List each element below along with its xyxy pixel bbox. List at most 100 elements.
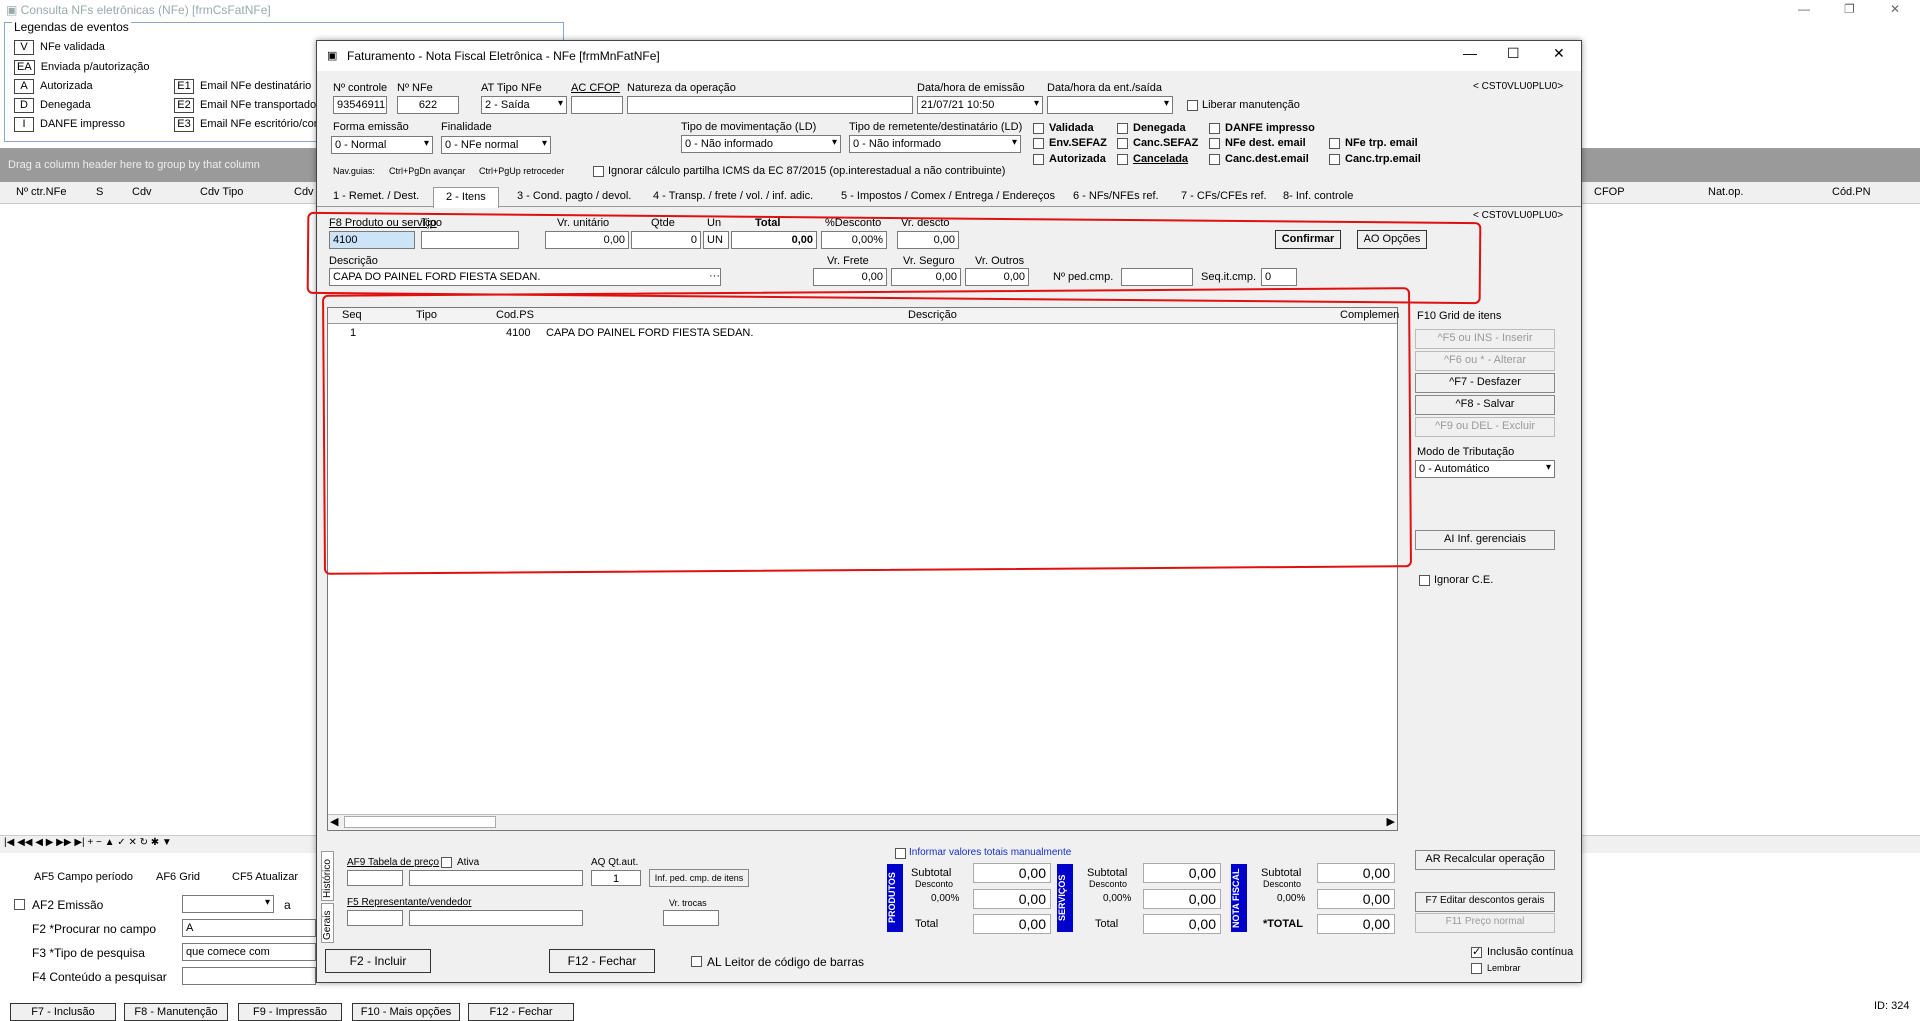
col-cdv2[interactable]: Cdv <box>294 186 314 198</box>
canc-dest-email-checkbox[interactable] <box>1209 154 1220 165</box>
inf-ped-button[interactable]: Inf. ped. cmp. de itens <box>649 869 749 887</box>
recalcular-button[interactable]: AR Recalcular operação <box>1415 850 1555 870</box>
tipo-pesquisa-input[interactable]: que comece com <box>182 943 316 961</box>
f10-mais-opcoes-button[interactable]: F10 - Mais opções <box>352 1003 460 1021</box>
tab-impostos[interactable]: 5 - Impostos / Comex / Entrega / Endereç… <box>837 190 1059 202</box>
tab-cfs-ref[interactable]: 7 - CFs/CFEs ref. <box>1177 190 1271 202</box>
atualizar-label[interactable]: CF5 Atualizar <box>232 871 298 883</box>
nf-total-value: 0,00 <box>1317 914 1395 934</box>
tab-remet-dest[interactable]: 1 - Remet. / Dest. <box>329 190 423 202</box>
alterar-button[interactable]: ^F6 ou * - Alterar <box>1415 351 1555 371</box>
data-entrada-input[interactable] <box>1047 96 1173 114</box>
f7-inclusao-button[interactable]: F7 - Inclusão <box>10 1003 116 1021</box>
preco-normal-button[interactable]: F11 Preço normal <box>1415 913 1555 933</box>
representante-name-input[interactable] <box>409 910 583 926</box>
navigator-icons[interactable]: |◀ ◀◀ ◀ ▶ ▶▶ ▶| + − ▲ ✓ ✕ ↻ ✱ ▼ <box>4 837 172 848</box>
tipo-nfe-select[interactable]: 2 - Saída <box>481 96 567 114</box>
servicos-desconto-label: Desconto <box>1089 879 1128 889</box>
col-cdv-tipo[interactable]: Cdv Tipo <box>200 186 243 198</box>
horizontal-scrollbar[interactable]: ◀ ▶ <box>328 814 1397 830</box>
fechar-button[interactable]: F12 - Fechar <box>549 949 655 973</box>
scroll-right-icon[interactable]: ▶ <box>1387 815 1395 828</box>
f8-manutencao-button[interactable]: F8 - Manutenção <box>124 1003 228 1021</box>
ativa-checkbox[interactable] <box>441 857 452 868</box>
canc-sefaz-checkbox[interactable] <box>1117 138 1128 149</box>
inclusao-continua-checkbox[interactable] <box>1471 945 1482 958</box>
conteudo-input[interactable] <box>182 967 316 985</box>
desfazer-button[interactable]: ^F7 - Desfazer <box>1415 373 1555 393</box>
tab-itens[interactable]: 2 - Itens <box>433 187 499 208</box>
tabela-preco-code-input[interactable] <box>347 870 403 886</box>
informar-totais-checkbox[interactable] <box>895 848 906 859</box>
env-sefaz-checkbox[interactable] <box>1033 138 1044 149</box>
liberar-manutencao-checkbox[interactable] <box>1187 100 1198 111</box>
tab-inf-controle[interactable]: 8- Inf. controle <box>1279 190 1357 202</box>
col-codpn[interactable]: Cód.PN <box>1832 186 1871 198</box>
emissao-from-input[interactable] <box>182 895 274 913</box>
inf-gerenciais-button[interactable]: AI Inf. gerenciais <box>1415 530 1555 550</box>
grid-label[interactable]: AF6 Grid <box>156 871 200 883</box>
incluir-button[interactable]: F2 - Incluir <box>325 949 431 973</box>
col-cfop[interactable]: CFOP <box>1594 186 1625 198</box>
ignorar-ce-checkbox[interactable] <box>1419 575 1430 586</box>
canc-trp-email-label: Canc.trp.email <box>1345 153 1421 165</box>
representante-code-input[interactable] <box>347 910 403 926</box>
tab-historico[interactable]: Histórico <box>321 851 334 901</box>
tabela-preco-name-input[interactable] <box>409 870 583 886</box>
tipo-rem-select[interactable]: 0 - Não informado <box>849 135 1021 153</box>
maximize-icon[interactable]: ☐ <box>1507 45 1520 62</box>
minimize-icon[interactable]: — <box>1798 2 1810 16</box>
tab-cond-pagto[interactable]: 3 - Cond. pagto / devol. <box>513 190 635 202</box>
procurar-input[interactable]: A <box>182 919 316 937</box>
legend-item: E2 Email NFe transportador <box>174 98 320 113</box>
excluir-button[interactable]: ^F9 ou DEL - Excluir <box>1415 417 1555 437</box>
nnfe-input[interactable]: 622 <box>397 96 459 114</box>
cancelada-checkbox[interactable] <box>1117 154 1128 165</box>
tab-transp[interactable]: 4 - Transp. / frete / vol. / inf. adic. <box>649 190 817 202</box>
f12-fechar-bg-button[interactable]: F12 - Fechar <box>468 1003 574 1021</box>
editar-descontos-button[interactable]: F7 Editar descontos gerais <box>1415 892 1555 912</box>
nnfe-label: Nº NFe <box>397 82 433 94</box>
close-icon[interactable]: ✕ <box>1890 2 1900 16</box>
qt-aut-input[interactable]: 1 <box>591 870 641 886</box>
denegada-checkbox[interactable] <box>1117 123 1128 134</box>
minimize-icon[interactable]: — <box>1463 45 1477 61</box>
tipo-mov-select[interactable]: 0 - Não informado <box>681 135 841 153</box>
col-natop[interactable]: Nat.op. <box>1708 186 1743 198</box>
f9-impressao-button[interactable]: F9 - Impressão <box>238 1003 342 1021</box>
tab-gerais[interactable]: Gerais <box>321 903 334 943</box>
ignorar-icms-checkbox[interactable] <box>593 166 604 177</box>
lembrar-checkbox[interactable] <box>1471 963 1482 974</box>
nf-subtotal-label: Subtotal <box>1261 867 1302 879</box>
data-emissao-input[interactable]: 21/07/21 10:50 <box>917 96 1043 114</box>
salvar-button[interactable]: ^F8 - Salvar <box>1415 395 1555 415</box>
forma-emissao-select[interactable]: 0 - Normal <box>331 136 433 154</box>
col-s[interactable]: S <box>96 186 103 198</box>
close-icon[interactable]: ✕ <box>1553 45 1565 62</box>
nctrl-input[interactable]: 93546911 <box>333 96 387 114</box>
autorizada-checkbox[interactable] <box>1033 154 1044 165</box>
leitor-codigo-checkbox[interactable] <box>691 956 702 967</box>
col-nctrl[interactable]: Nº ctr.NFe <box>16 186 66 198</box>
tab-nfs-ref[interactable]: 6 - NFs/NFEs ref. <box>1069 190 1163 202</box>
modo-tributacao-select[interactable]: 0 - Automático <box>1415 460 1555 478</box>
campo-periodo-label[interactable]: AF5 Campo período <box>34 871 133 883</box>
col-cdv[interactable]: Cdv <box>132 186 152 198</box>
validada-checkbox[interactable] <box>1033 123 1044 134</box>
natureza-input[interactable] <box>627 96 913 114</box>
emissao-checkbox[interactable] <box>14 899 25 910</box>
finalidade-select[interactable]: 0 - NFe normal <box>441 136 551 154</box>
cfop-input[interactable] <box>571 96 623 114</box>
canc-trp-email-checkbox[interactable] <box>1329 154 1340 165</box>
background-window-title: ▣ Consulta NFs eletrônicas (NFe) [frmCsF… <box>0 0 1920 20</box>
inserir-button[interactable]: ^F5 ou INS - Inserir <box>1415 329 1555 349</box>
procurar-label: F2 *Procurar no campo <box>32 922 157 936</box>
restore-icon[interactable]: ❐ <box>1844 2 1855 16</box>
vr-trocas-input[interactable] <box>663 910 719 926</box>
danfe-impresso-checkbox[interactable] <box>1209 123 1220 134</box>
data-emissao-label: Data/hora de emissão <box>917 82 1025 94</box>
scroll-thumb[interactable] <box>344 816 496 828</box>
scroll-left-icon[interactable]: ◀ <box>330 815 338 828</box>
nfe-trp-email-checkbox[interactable] <box>1329 138 1340 149</box>
nfe-dest-email-checkbox[interactable] <box>1209 138 1220 149</box>
